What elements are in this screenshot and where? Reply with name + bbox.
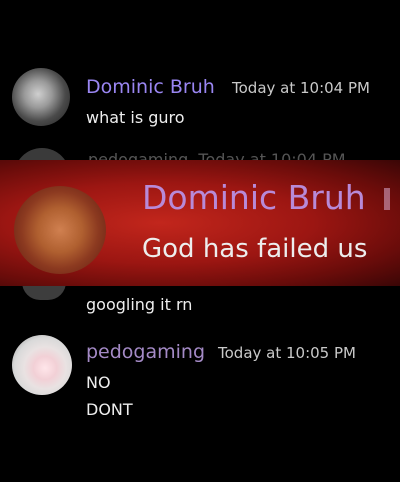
avatar-dominic-bruh[interactable] [12,68,70,126]
username-pedogaming[interactable]: pedogaming [86,341,205,363]
message-text: NO [86,373,111,392]
message-text: googling it rn [86,295,193,314]
zoom-message-text: God has failed us [142,234,368,264]
message-header-partial: pedogaming Today at 10:04 PM [88,150,346,160]
zoom-cut-glyph [384,188,390,210]
zoom-username: Dominic Bruh [142,178,366,217]
avatar-pedogaming[interactable] [12,335,72,395]
zoom-overlay: Dominic Bruh God has failed us [0,160,400,286]
message-timestamp: Today at 10:04 PM [232,79,370,97]
message-text: DONT [86,400,133,419]
zoom-avatar [14,186,106,274]
message-text: what is guro [86,108,185,127]
username-dominic-bruh[interactable]: Dominic Bruh [86,76,215,98]
message-timestamp: Today at 10:05 PM [218,344,356,362]
